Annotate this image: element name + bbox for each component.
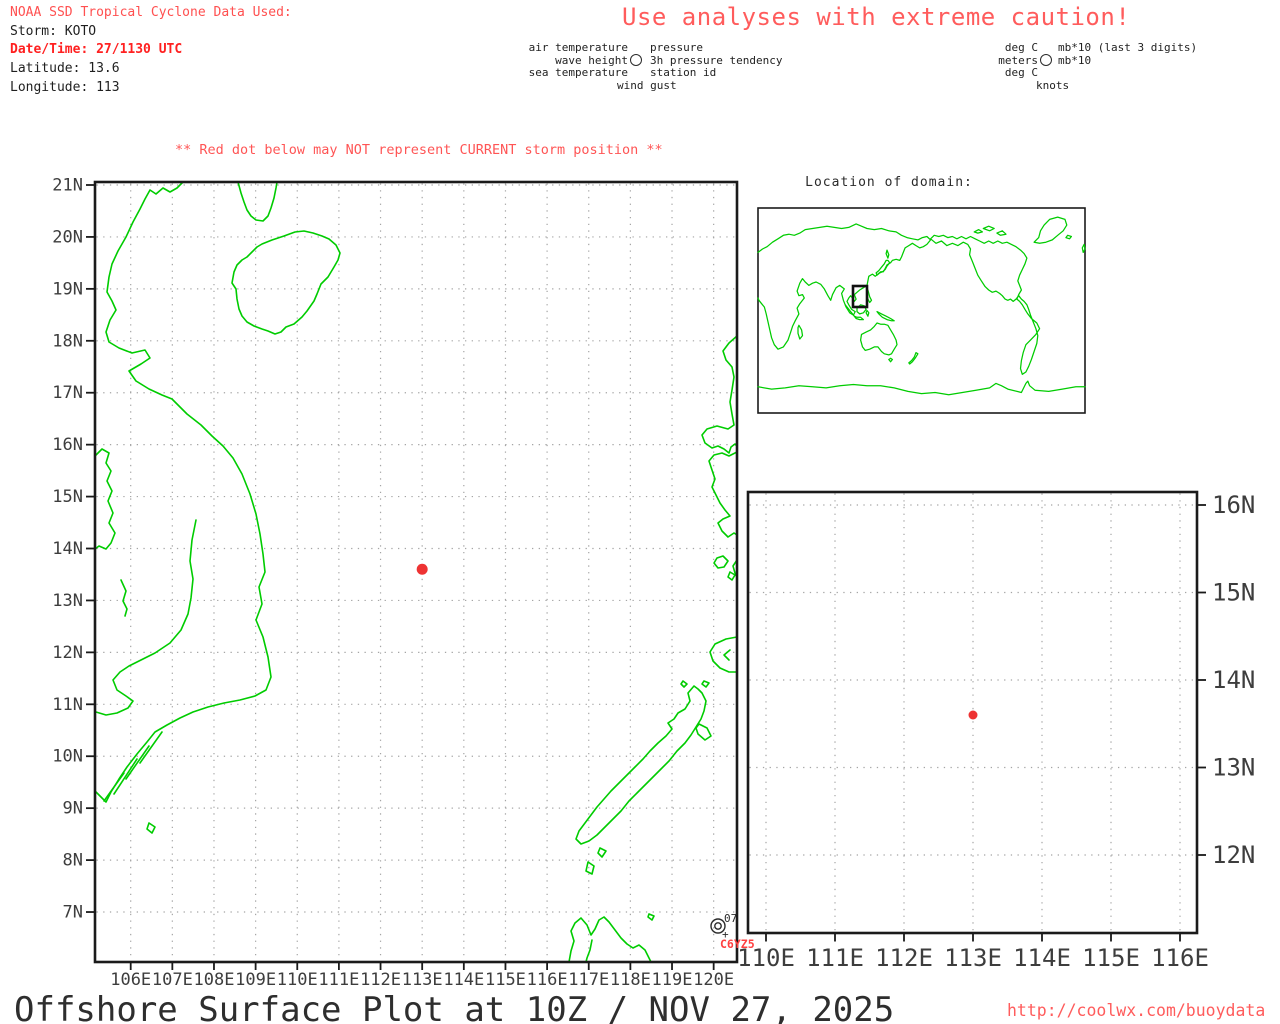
station-inner-circle-icon (715, 923, 721, 929)
main-map-ticks: 106E107E108E109E110E111E112E113E114E115E… (52, 176, 734, 991)
island-outline (586, 862, 594, 874)
island-outline (598, 848, 606, 857)
main-map: 106E107E108E109E110E111E112E113E114E115E… (52, 176, 754, 991)
arctic-island-outline (983, 226, 994, 231)
arctic-island-outline (974, 230, 982, 234)
island-outline (714, 556, 728, 568)
lon-tick-label: 112E (360, 970, 401, 990)
island-outline (147, 823, 155, 833)
sulawesi-outline (866, 311, 869, 317)
world-inset: Location of domain: (758, 175, 1085, 413)
lat-tick-label: 7N (63, 903, 83, 923)
lon-tick-label: 108E (194, 970, 235, 990)
page-title: Offshore Surface Plot at 10Z / NOV 27, 2… (14, 990, 894, 1024)
mekong-river-outline (96, 520, 196, 715)
zoom-lon-tick-label: 116E (1151, 944, 1209, 972)
lat-tick-label: 18N (52, 331, 83, 351)
lat-tick-label: 10N (52, 747, 83, 767)
lon-tick-label: 117E (568, 970, 609, 990)
borneo-inner-outline (586, 940, 592, 962)
palawan-island-outline (576, 686, 706, 844)
lat-tick-label: 15N (52, 487, 83, 507)
iceland-outline (1066, 235, 1072, 239)
zoom-inset-ticks: 110E 111E 112E 113E 114E 115E 116E 16N 15N 14N 13N… (737, 491, 1255, 972)
zoom-lon-tick-label: 114E (1013, 944, 1071, 972)
storm-dot-zoom (969, 711, 978, 720)
greenland-outline (1034, 217, 1067, 243)
arctic-island-outline (997, 231, 1006, 236)
lon-tick-label: 113E (402, 970, 443, 990)
plot-canvas: 106E107E108E109E110E111E112E113E114E115E… (0, 0, 1280, 1024)
storm-dot-main (417, 564, 428, 575)
sakhalin-outline (886, 250, 889, 258)
zoom-inset: 110E 111E 112E 113E 114E 115E 116E 16N 15N 14N 13N… (737, 491, 1255, 972)
hainan-island-outline (232, 231, 340, 334)
zoom-lon-tick-label: 115E (1082, 944, 1140, 972)
zoom-lat-tick-label: 15N (1212, 579, 1255, 607)
station-pressure-value: 07 (724, 912, 737, 925)
lon-tick-label: 106E (110, 970, 151, 990)
lat-tick-label: 9N (63, 799, 83, 819)
americas-outline (931, 235, 1040, 374)
island-outline (702, 681, 709, 687)
antarctica-outline (758, 381, 1085, 395)
lon-tick-label: 118E (610, 970, 651, 990)
lat-tick-label: 14N (52, 539, 83, 559)
busuanga-notch-outline (724, 650, 730, 660)
mekong-delta-channel-outline (126, 746, 149, 779)
lat-tick-label: 20N (52, 227, 83, 247)
japan-outline (876, 260, 890, 275)
mekong-delta-channel-outline (104, 773, 124, 801)
zoom-lat-tick-label: 12N (1212, 841, 1255, 869)
zoom-lat-tick-label: 14N (1212, 666, 1255, 694)
lat-tick-label: 17N (52, 383, 83, 403)
buoy-plot-page: NOAA SSD Tropical Cyclone Data Used: Sto… (0, 0, 1280, 1024)
zoom-lon-tick-label: 110E (737, 944, 795, 972)
lat-tick-label: 16N (52, 435, 83, 455)
island-outline (681, 681, 687, 687)
lon-tick-label: 111E (318, 970, 359, 990)
vietnam-coast-outline (95, 182, 271, 802)
mekong-delta-channel-outline (114, 759, 137, 794)
buoydata-link[interactable]: http://coolwx.com/buoydata (1007, 1001, 1265, 1020)
lat-tick-label: 11N (52, 695, 83, 715)
lon-tick-label: 115E (485, 970, 526, 990)
zoom-lat-tick-label: 16N (1212, 491, 1255, 519)
lat-tick-label: 13N (52, 591, 83, 611)
luzon-coast-outline (702, 336, 737, 453)
zoom-lon-tick-label: 111E (806, 944, 864, 972)
australia-outline (861, 323, 897, 355)
island-outline (728, 572, 735, 580)
new-zealand-outline (909, 353, 918, 364)
lon-tick-label: 110E (277, 970, 318, 990)
world-coastlines (758, 217, 1085, 395)
leizhou-peninsula-outline (238, 182, 277, 221)
borneo-coast-outline (569, 917, 651, 962)
lat-tick-label: 19N (52, 279, 83, 299)
zoom-lon-tick-label: 113E (944, 944, 1002, 972)
lon-tick-label: 114E (443, 970, 484, 990)
river-squiggle-outline (95, 449, 115, 549)
luzon-coast-outline (709, 452, 737, 537)
eurasia-africa-outline (758, 224, 931, 349)
zoom-lon-tick-label: 112E (875, 944, 933, 972)
zoom-lat-tick-label: 13N (1212, 754, 1255, 782)
lon-tick-label: 116E (527, 970, 568, 990)
world-inset-title: Location of domain: (805, 175, 973, 190)
main-map-coastlines (95, 182, 737, 962)
new-guinea-outline (877, 312, 894, 321)
culion-island-outline (696, 724, 711, 740)
lon-tick-label: 119E (652, 970, 693, 990)
island-outline (648, 914, 654, 920)
river-squiggle-outline (121, 580, 127, 616)
lat-tick-label: 12N (52, 643, 83, 663)
lon-tick-label: 109E (235, 970, 276, 990)
madagascar-outline (798, 325, 803, 339)
tasmania-outline (889, 358, 893, 362)
lat-tick-label: 8N (63, 851, 83, 871)
lon-tick-label: 120E (693, 970, 734, 990)
lon-tick-label: 107E (152, 970, 193, 990)
lat-tick-label: 21N (52, 176, 83, 196)
